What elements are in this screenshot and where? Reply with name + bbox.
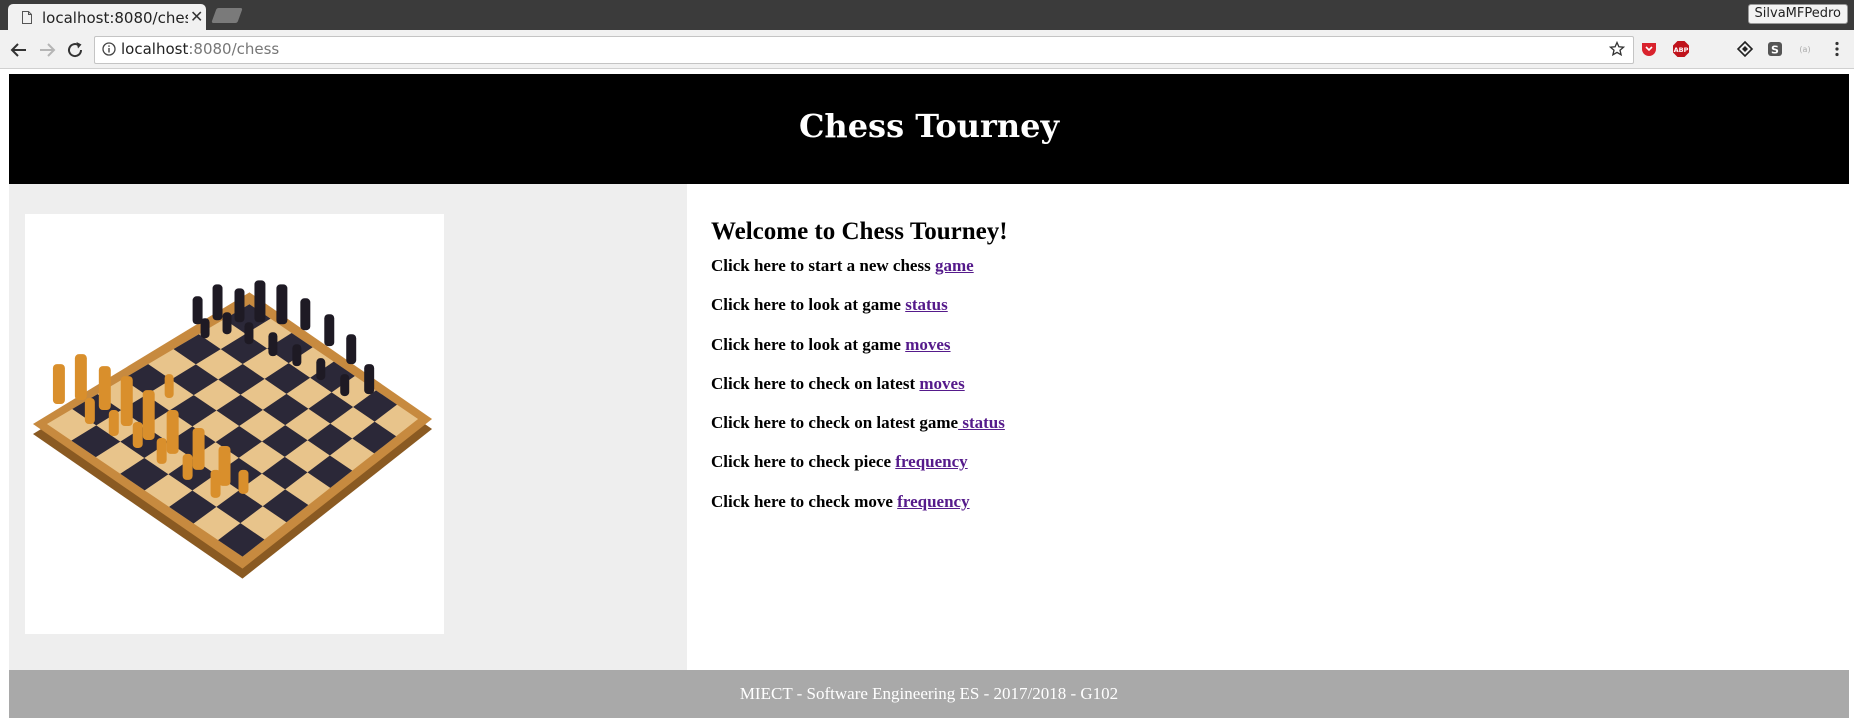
svg-text:(a): (a) [1799, 45, 1810, 54]
page-content: Chess Tourney Welcome to Chess Tourney! … [9, 74, 1849, 720]
link-line-piece-frequency: Click here to check piece frequency [711, 452, 968, 472]
link-line-new-game: Click here to start a new chess game [711, 256, 974, 276]
link-line-text: Click here to check on latest [711, 374, 920, 393]
link-line-move-frequency: Click here to check move frequency [711, 492, 970, 512]
link-line-text: Click here to look at game [711, 295, 906, 314]
info-icon[interactable] [102, 42, 116, 56]
link-line-latest-moves: Click here to check on latest moves [711, 374, 965, 394]
pocket-icon[interactable] [1640, 40, 1658, 58]
link-line-text: Click here to look at game [711, 335, 906, 354]
url-path: :8080/chess [188, 40, 280, 58]
link-line-text: Click here to check move [711, 492, 898, 511]
link-line-latest-status: Click here to check on latest game statu… [711, 413, 1005, 433]
page-icon [22, 11, 32, 24]
link-line-text: Click here to start a new chess [711, 256, 935, 275]
menu-kebab-icon[interactable] [1828, 40, 1846, 58]
site-title: Chess Tourney [798, 107, 1060, 145]
site-footer: MIECT - Software Engineering ES - 2017/2… [9, 670, 1849, 718]
link-line-game-status: Click here to look at game status [711, 295, 948, 315]
url-host: localhost [121, 40, 189, 58]
back-arrow-icon[interactable] [8, 39, 30, 61]
status-link[interactable]: status [905, 295, 948, 314]
browser-toolbar: localhost:8080/chess ABP S (a) [0, 30, 1854, 69]
footer-text: MIECT - Software Engineering ES - 2017/2… [739, 684, 1119, 703]
adblock-icon[interactable]: ABP [1672, 40, 1690, 58]
move-frequency-link[interactable]: frequency [897, 492, 969, 511]
latest-status-link[interactable]: status [958, 413, 1005, 432]
profile-button[interactable]: SilvaMFPedro [1747, 4, 1848, 24]
reload-icon[interactable] [64, 39, 86, 61]
welcome-heading: Welcome to Chess Tourney! [711, 218, 1008, 245]
address-bar[interactable]: localhost:8080/chess [94, 36, 1634, 64]
latest-moves-link[interactable]: moves [919, 374, 964, 393]
close-tab-icon[interactable]: ✕ [190, 7, 203, 26]
svg-text:ABP: ABP [1674, 46, 1689, 54]
tab-title: localhost:8080/chess [42, 9, 188, 27]
browser-tab[interactable]: localhost:8080/chess ✕ [8, 4, 206, 30]
main-content: Welcome to Chess Tourney! Click here to … [687, 184, 1849, 670]
site-header: Chess Tourney [9, 74, 1849, 184]
sidebar [9, 184, 687, 670]
translate-icon[interactable]: (a) [1796, 40, 1814, 58]
new-tab-button[interactable] [211, 8, 243, 23]
chessboard-image [25, 214, 444, 634]
tab-strip: localhost:8080/chess ✕ SilvaMFPedro [0, 0, 1854, 30]
url-text[interactable]: localhost:8080/chess [121, 40, 279, 58]
link-line-text: Click here to check piece [711, 452, 896, 471]
moves-link[interactable]: moves [905, 335, 950, 354]
diamond-icon[interactable] [1736, 40, 1754, 58]
bookmark-star-icon[interactable] [1609, 41, 1625, 57]
svg-text:S: S [1771, 44, 1779, 57]
extension-icon[interactable] [1704, 40, 1722, 58]
piece-frequency-link[interactable]: frequency [895, 452, 967, 471]
link-line-game-moves: Click here to look at game moves [711, 335, 951, 355]
game-link[interactable]: game [935, 256, 974, 275]
forward-arrow-icon[interactable] [36, 39, 58, 61]
link-line-text: Click here to check on latest game [711, 413, 959, 432]
s-icon[interactable]: S [1766, 40, 1784, 58]
